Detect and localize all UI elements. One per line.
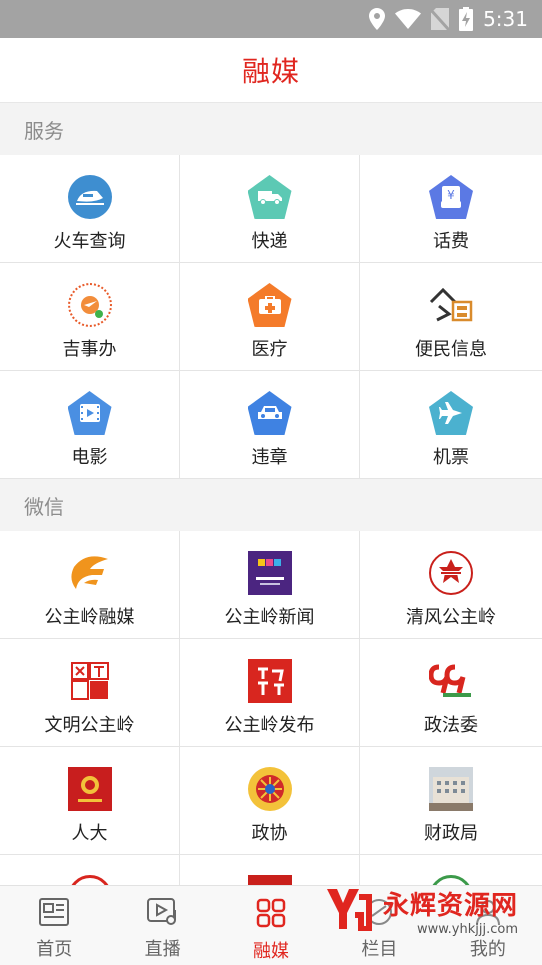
tab-column[interactable]: 栏目 — [325, 886, 433, 965]
wechat-label: 文明公主岭 — [44, 715, 135, 736]
wechat-gzl-rongmei[interactable]: 公主岭融媒 — [0, 531, 180, 639]
title-bar: 融媒 — [0, 38, 542, 103]
service-label: 吉事办 — [62, 339, 117, 360]
battery-charging-icon — [459, 7, 474, 31]
status-bar: 5:31 — [0, 0, 542, 38]
service-traffic-violation[interactable]: 违章 — [180, 371, 360, 479]
delivery-truck-icon — [247, 175, 292, 219]
service-label: 医疗 — [251, 339, 288, 360]
status-time: 5:31 — [483, 7, 528, 31]
section-header-wechat: 微信 — [0, 479, 542, 531]
wechat-label: 政协 — [251, 823, 288, 844]
user-icon — [474, 898, 502, 931]
wechat-zhengfawei[interactable]: 政法委 — [360, 639, 542, 747]
service-label: 火车查询 — [53, 231, 126, 252]
film-icon — [67, 391, 112, 435]
service-label: 话费 — [433, 231, 469, 252]
wechat-label: 公主岭新闻 — [224, 607, 315, 628]
bottom-tab-bar: 首页 直播 融媒 栏目 我的 — [0, 885, 542, 965]
wechat-wenming[interactable]: 文明公主岭 — [0, 639, 180, 747]
jishiban-qr-logo — [67, 283, 112, 327]
tab-label: 直播 — [144, 939, 181, 960]
location-icon — [369, 8, 386, 30]
gzl-rongmei-logo — [68, 551, 112, 595]
service-label: 便民信息 — [415, 339, 487, 360]
tab-mine[interactable]: 我的 — [434, 886, 542, 965]
column-icon — [364, 898, 394, 931]
service-jishiban[interactable]: 吉事办 — [0, 263, 180, 371]
gzl-news-logo — [247, 551, 292, 595]
tab-rongmei[interactable]: 融媒 — [217, 886, 325, 965]
wechat-label: 财政局 — [424, 823, 478, 844]
svg-text:¥: ¥ — [447, 188, 455, 202]
caizhengju-building-photo — [429, 767, 473, 811]
tab-label: 融媒 — [253, 941, 290, 962]
zhengxie-emblem — [247, 767, 292, 811]
car-icon — [247, 391, 292, 435]
news-icon — [39, 898, 70, 931]
service-convenience-info[interactable]: 便民信息 — [360, 263, 542, 371]
section-header-services: 服务 — [0, 103, 542, 155]
tab-home[interactable]: 首页 — [0, 886, 108, 965]
tab-label: 我的 — [469, 939, 506, 960]
wechat-label: 公主岭融媒 — [44, 607, 135, 628]
bianmin-logo — [429, 283, 473, 327]
wechat-qingfeng[interactable]: 清风公主岭 — [360, 531, 542, 639]
service-phone-bill[interactable]: ¥ 话费 — [360, 155, 542, 263]
wenming-logo — [68, 659, 112, 703]
wechat-renda[interactable]: 人大 — [0, 747, 180, 855]
wechat-label: 清风公主岭 — [406, 607, 496, 628]
yen-phone-bill-icon: ¥ — [429, 175, 473, 219]
wechat-caizhengju[interactable]: 财政局 — [360, 747, 542, 855]
wechat-gzl-news[interactable]: 公主岭新闻 — [180, 531, 360, 639]
wifi-icon — [395, 9, 422, 29]
wechat-label: 公主岭发布 — [224, 715, 315, 736]
medical-kit-icon — [247, 283, 292, 327]
grid-apps-icon — [256, 898, 286, 933]
train-icon — [67, 175, 112, 219]
wechat-zhengxie[interactable]: 政协 — [180, 747, 360, 855]
wechat-label: 人大 — [71, 823, 108, 844]
service-air-ticket[interactable]: 机票 — [360, 371, 542, 479]
service-train-query[interactable]: 火车查询 — [0, 155, 180, 263]
no-sim-icon — [431, 8, 450, 30]
airplane-icon — [429, 391, 473, 435]
tab-label: 首页 — [36, 939, 73, 960]
renda-emblem — [67, 767, 112, 811]
services-grid: 火车查询 快递 ¥ 话费 吉事办 医疗 便民信息 电影 违章 机票 — [0, 155, 542, 479]
service-label: 违章 — [251, 447, 288, 468]
service-label: 电影 — [71, 447, 108, 468]
qingfeng-logo — [429, 551, 473, 595]
wechat-label: 政法委 — [424, 715, 478, 736]
wechat-gzl-fabu[interactable]: 公主岭发布 — [180, 639, 360, 747]
live-video-icon — [146, 898, 179, 931]
tab-live[interactable]: 直播 — [108, 886, 216, 965]
tab-label: 栏目 — [361, 939, 398, 960]
service-label: 机票 — [433, 447, 469, 468]
service-medical[interactable]: 医疗 — [180, 263, 360, 371]
page-title: 融媒 — [241, 55, 300, 88]
service-label: 快递 — [251, 231, 288, 252]
gzl-fabu-logo — [247, 659, 292, 703]
zhengfawei-logo — [429, 659, 473, 703]
service-movie[interactable]: 电影 — [0, 371, 180, 479]
service-express[interactable]: 快递 — [180, 155, 360, 263]
